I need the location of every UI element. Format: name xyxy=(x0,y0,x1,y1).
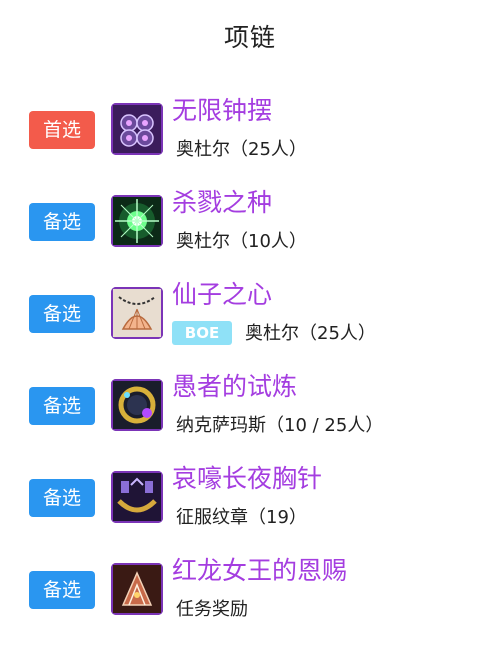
pendulum-icon xyxy=(111,103,163,155)
backup-tag-button[interactable]: 备选 xyxy=(29,387,95,425)
list-item[interactable]: 备选 红龙女王的恩赐 任务奖励 xyxy=(0,553,500,645)
dragon-queen-icon xyxy=(111,563,163,615)
primary-tag-button[interactable]: 首选 xyxy=(29,111,95,149)
item-name: 哀嚎长夜胸针 xyxy=(172,464,323,493)
item-source: 纳克萨玛斯（10 / 25人） xyxy=(176,415,384,436)
list-item[interactable]: 备选 仙子之心 BOE 奥杜尔（25人） xyxy=(0,277,500,369)
backup-tag-button[interactable]: 备选 xyxy=(29,203,95,241)
item-source: 任务奖励 xyxy=(176,599,248,620)
list-item[interactable]: 首选 无限钟摆 奥杜尔（25人） xyxy=(0,93,500,185)
shell-necklace-icon xyxy=(111,287,163,339)
item-name: 无限钟摆 xyxy=(172,96,273,125)
brooch-icon xyxy=(111,471,163,523)
backup-tag-button[interactable]: 备选 xyxy=(29,295,95,333)
fools-trial-icon xyxy=(111,379,163,431)
seed-of-slaughter-icon xyxy=(111,195,163,247)
boe-badge: BOE xyxy=(172,321,232,345)
item-source: 征服纹章（19） xyxy=(176,507,307,528)
list-item[interactable]: 备选 哀嚎长夜胸针 征服纹章（19） xyxy=(0,461,500,553)
item-source: 奥杜尔（10人） xyxy=(176,231,307,252)
backup-tag-button[interactable]: 备选 xyxy=(29,571,95,609)
list-item[interactable]: 备选 愚者的试炼 纳克萨玛斯（10 / 25人） xyxy=(0,369,500,461)
item-source: 奥杜尔（25人） xyxy=(245,323,376,344)
item-source: 奥杜尔（25人） xyxy=(176,139,307,160)
item-name: 红龙女王的恩赐 xyxy=(172,556,348,585)
list-item[interactable]: 备选 杀戮之种 奥杜尔（10人） xyxy=(0,185,500,277)
backup-tag-button[interactable]: 备选 xyxy=(29,479,95,517)
page-title: 项链 xyxy=(223,23,276,52)
item-name: 愚者的试炼 xyxy=(172,372,298,401)
item-name: 杀戮之种 xyxy=(172,188,273,217)
item-name: 仙子之心 xyxy=(172,280,273,309)
